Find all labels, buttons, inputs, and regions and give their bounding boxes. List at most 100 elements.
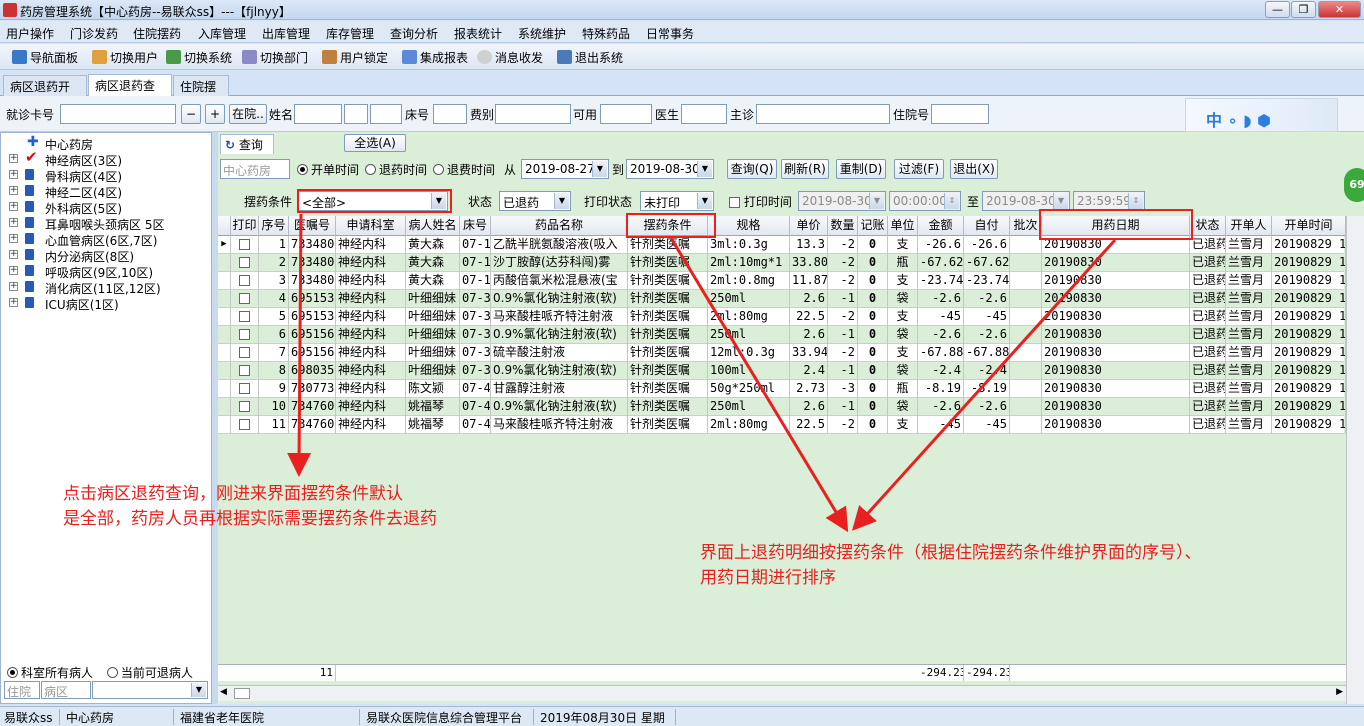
filter-button[interactable]: 过滤(F) <box>894 159 944 179</box>
print-checkbox[interactable] <box>231 272 259 290</box>
radio-open-time[interactable]: 开单时间 <box>297 161 359 178</box>
col-order-time[interactable]: 开单时间 <box>1272 216 1346 236</box>
bed-input[interactable] <box>433 104 467 124</box>
inhospital-button[interactable]: 在院.. <box>229 104 267 124</box>
print-start-date[interactable]: 2019-08-30 ▼ <box>798 191 886 211</box>
row-indicator[interactable] <box>218 416 231 434</box>
table-row[interactable]: 6 695156 神经内科 叶细细妹 07-3 0.9%氯化钠注射液(软) 针剂类医嘱 250… <box>218 326 1346 344</box>
scroll-thumb[interactable] <box>234 688 250 699</box>
col-status[interactable]: 状态 <box>1190 216 1226 236</box>
radio-refund-time[interactable]: 退费时间 <box>433 161 495 178</box>
col-print[interactable]: 打印 <box>231 216 259 236</box>
col-dept[interactable]: 申请科室 <box>336 216 406 236</box>
print-checkbox[interactable] <box>231 398 259 416</box>
table-row[interactable]: 9 730773 神经内科 陈文颍 07-4 甘露醇注射液 针剂类医嘱 50g*250ml 2.… <box>218 380 1346 398</box>
print-checkbox[interactable] <box>231 254 259 272</box>
menu-special-drugs[interactable]: 特殊药品 <box>582 25 630 42</box>
name-input[interactable] <box>294 104 342 124</box>
card-number-input[interactable] <box>60 104 176 124</box>
tab-inpatient-dispense[interactable]: 住院摆药 <box>173 75 229 111</box>
inhosp-filter-input[interactable]: 住院 <box>4 681 40 699</box>
expand-icon[interactable]: + <box>9 154 18 163</box>
ward-filter-combo[interactable]: ▼ <box>92 681 208 699</box>
col-qty[interactable]: 数量 <box>828 216 858 236</box>
col-order-no[interactable]: 医嘱号 <box>289 216 336 236</box>
expand-icon[interactable]: + <box>9 186 18 195</box>
table-row[interactable]: 2 733480 神经内科 黄大森 07-1 沙丁胺醇(达芬科闯)雾 针剂类医嘱 2ml:10… <box>218 254 1346 272</box>
col-price[interactable]: 单价 <box>790 216 828 236</box>
available-input[interactable] <box>600 104 652 124</box>
print-start-time[interactable]: 00:00:00 ⇕ <box>889 191 961 211</box>
floating-badge[interactable]: 69 <box>1344 168 1364 202</box>
expand-icon[interactable]: + <box>9 266 18 275</box>
fee-type-input[interactable] <box>495 104 571 124</box>
menu-system[interactable]: 系统维护 <box>518 25 566 42</box>
expand-icon[interactable]: + <box>9 282 18 291</box>
print-checkbox[interactable] <box>231 308 259 326</box>
print-checkbox[interactable] <box>231 416 259 434</box>
table-row[interactable]: 7 695156 神经内科 叶细细妹 07-3 硫辛酸注射液 针剂类医嘱 12ml:0.3g 3… <box>218 344 1346 362</box>
tab-query[interactable]: ↻ 查询 <box>220 134 274 154</box>
print-checkbox[interactable] <box>231 290 259 308</box>
reset-button[interactable]: 重制(D) <box>836 159 886 179</box>
exit-button[interactable]: 退出(X) <box>950 159 998 179</box>
menu-daily[interactable]: 日常事务 <box>646 25 694 42</box>
col-amount[interactable]: 金额 <box>918 216 964 236</box>
plus-button[interactable]: + <box>205 104 225 124</box>
col-batch[interactable]: 批次 <box>1010 216 1042 236</box>
col-unit[interactable]: 单位 <box>888 216 918 236</box>
radio-all-patients[interactable]: 科室所有病人 <box>7 666 93 680</box>
col-spec[interactable]: 规格 <box>708 216 790 236</box>
menu-inventory[interactable]: 库存管理 <box>326 25 374 42</box>
scroll-right-icon[interactable]: ▶ <box>1336 687 1343 697</box>
print-checkbox[interactable] <box>231 326 259 344</box>
expand-icon[interactable]: + <box>9 218 18 227</box>
refresh-button[interactable]: 刷新(R) <box>781 159 829 179</box>
switch-system-button[interactable]: 切换系统 <box>166 49 232 67</box>
row-indicator[interactable] <box>218 326 231 344</box>
row-indicator[interactable] <box>218 380 231 398</box>
print-end-date[interactable]: 2019-08-30 ▼ <box>982 191 1070 211</box>
table-row[interactable]: 8 698035 神经内科 叶细细妹 07-3 0.9%氯化钠注射液(软) 针剂类医嘱 100… <box>218 362 1346 380</box>
row-indicator[interactable] <box>218 362 231 380</box>
print-checkbox[interactable] <box>231 362 259 380</box>
gender-input[interactable] <box>344 104 368 124</box>
switch-user-button[interactable]: 切换用户 <box>92 49 158 67</box>
query-button[interactable]: 查询(Q) <box>727 159 777 179</box>
expand-icon[interactable]: + <box>9 170 18 179</box>
table-row[interactable]: 10 734760 神经内科 姚福琴 07-4 0.9%氯化钠注射液(软) 针剂类医嘱 250… <box>218 398 1346 416</box>
diagnosis-input[interactable] <box>756 104 890 124</box>
row-indicator[interactable]: ▶ <box>218 236 231 254</box>
menu-outpatient[interactable]: 门诊发药 <box>70 25 118 42</box>
tab-ward-return-query[interactable]: 病区退药查询 <box>88 74 172 110</box>
pharmacy-input[interactable]: 中心药房 <box>220 159 290 179</box>
menu-inpatient-dispense[interactable]: 住院摆药 <box>133 25 181 42</box>
table-row[interactable]: 11 734760 神经内科 姚福琴 07-4 马来酸桂哌齐特注射液 针剂类医嘱 2ml:80… <box>218 416 1346 434</box>
menu-query[interactable]: 查询分析 <box>390 25 438 42</box>
print-checkbox[interactable] <box>231 380 259 398</box>
minimize-button[interactable]: — <box>1265 1 1290 18</box>
radio-returnable-patients[interactable]: 当前可退病人 <box>106 666 193 680</box>
exit-system-button[interactable]: 退出系统 <box>557 49 623 67</box>
row-indicator[interactable] <box>218 290 231 308</box>
select-all-button[interactable]: 全选(A) <box>344 134 406 152</box>
menu-reports[interactable]: 报表统计 <box>454 25 502 42</box>
row-indicator[interactable] <box>218 344 231 362</box>
print-checkbox[interactable] <box>231 344 259 362</box>
col-bed[interactable]: 床号 <box>460 216 491 236</box>
nav-panel-button[interactable]: 导航面板 <box>12 49 78 67</box>
col-drug[interactable]: 药品名称 <box>491 216 628 236</box>
doctor-input[interactable] <box>681 104 727 124</box>
col-orderer[interactable]: 开单人 <box>1226 216 1272 236</box>
tab-ward-return-order[interactable]: 病区退药开单 <box>3 75 87 111</box>
print-checkbox[interactable] <box>231 236 259 254</box>
menu-user[interactable]: 用户操作 <box>6 25 54 42</box>
print-status-select[interactable]: 未打印 ▼ <box>640 191 714 211</box>
col-patient[interactable]: 病人姓名 <box>406 216 460 236</box>
menu-stock-out[interactable]: 出库管理 <box>262 25 310 42</box>
vertical-scrollbar[interactable] <box>1346 216 1364 704</box>
age-input[interactable] <box>370 104 402 124</box>
status-select[interactable]: 已退药 ▼ <box>499 191 571 211</box>
expand-icon[interactable]: + <box>9 298 18 307</box>
message-button[interactable]: 消息收发 <box>477 49 543 67</box>
